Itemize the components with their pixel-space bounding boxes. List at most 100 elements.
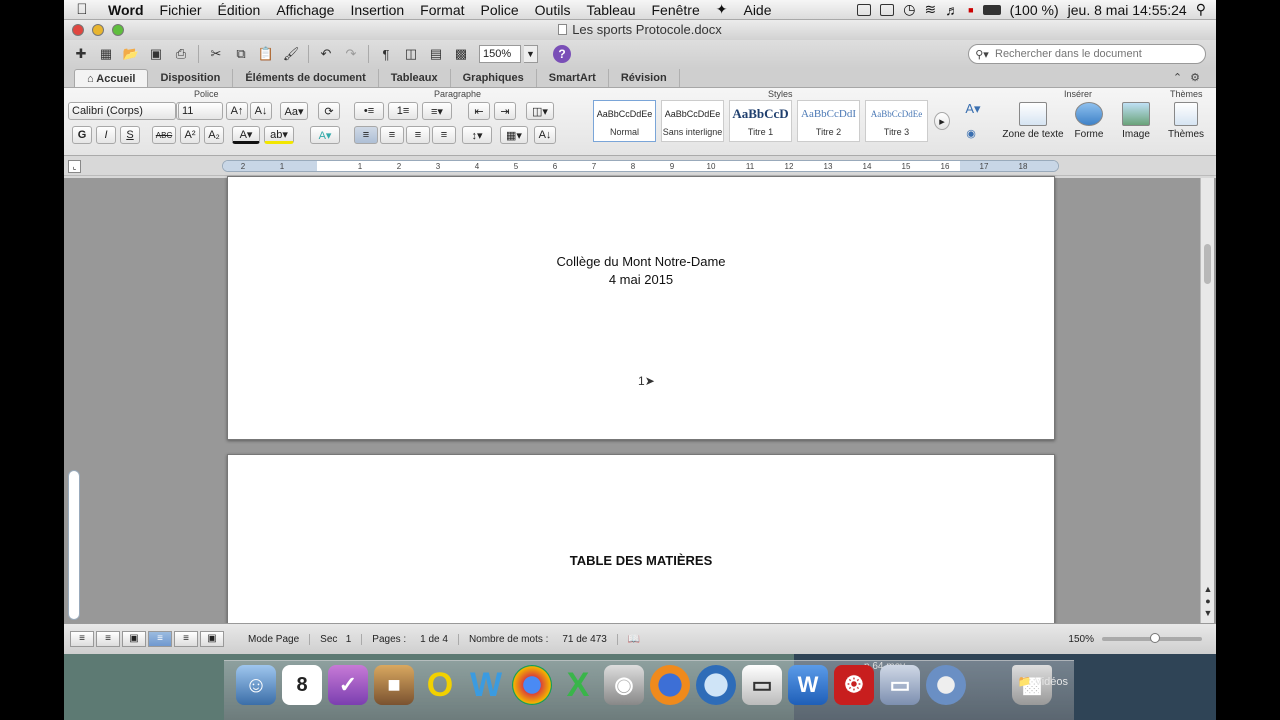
justify-icon[interactable]: ≡ xyxy=(432,126,456,144)
copy-icon[interactable]: ⧉ xyxy=(230,44,252,64)
tab-graphiques[interactable]: Graphiques xyxy=(451,69,537,87)
image-button[interactable]: Image xyxy=(1114,102,1158,140)
templates-icon[interactable]: ▦ xyxy=(95,44,117,64)
scrollbar-thumb[interactable] xyxy=(1204,244,1211,284)
next-page-icon[interactable]: ▼ xyxy=(1204,608,1213,618)
time-machine-icon[interactable]: ◷ xyxy=(903,1,915,18)
superscript-button[interactable]: A² xyxy=(180,126,200,144)
zoom-field[interactable]: 150% xyxy=(479,45,521,63)
underline-button[interactable]: S xyxy=(120,126,140,144)
apple-menu-icon[interactable]:  xyxy=(64,1,100,18)
print-layout-view-icon[interactable]: ≡ xyxy=(148,631,172,647)
show-formatting-icon[interactable]: ¶ xyxy=(375,44,397,64)
search-icon[interactable]: ⚲▾ xyxy=(969,48,995,61)
outline-view-icon[interactable]: ≡ xyxy=(96,631,120,647)
bullets-icon[interactable]: •≡ xyxy=(354,102,384,120)
ribbon-settings-icon[interactable]: ⚙ xyxy=(1190,72,1208,84)
menu-app[interactable]: Word xyxy=(100,2,152,18)
line-spacing-icon[interactable]: ↕▾ xyxy=(462,126,492,144)
menu-police[interactable]: Police xyxy=(473,2,527,18)
vertical-scrollbar[interactable]: ▲ ● ▼ xyxy=(1200,178,1214,623)
menu-fenetre[interactable]: Fenêtre xyxy=(644,2,708,18)
photos-icon[interactable]: ■ xyxy=(374,665,414,705)
reminders-icon[interactable]: ✓ xyxy=(328,665,368,705)
sidebar-icon[interactable]: ◫ xyxy=(400,44,422,64)
keyboard-flag-icon[interactable]: ■ xyxy=(968,5,973,15)
styles-next-icon[interactable]: ▸ xyxy=(934,112,950,130)
italic-button[interactable]: I xyxy=(96,126,116,144)
firefox-icon[interactable] xyxy=(650,665,690,705)
publishing-view-icon[interactable]: ▣ xyxy=(122,631,146,647)
collapse-ribbon-icon[interactable]: ⌃ xyxy=(1173,72,1190,84)
browse-object-icon[interactable]: ● xyxy=(1205,596,1210,606)
finder-icon[interactable]: ☺ xyxy=(236,665,276,705)
ruler-tab-selector-icon[interactable]: ⌞ xyxy=(68,160,81,173)
tab-elements-document[interactable]: Éléments de document xyxy=(233,69,379,87)
cut-icon[interactable]: ✂ xyxy=(205,44,227,64)
excel-icon[interactable]: X xyxy=(558,665,598,705)
menu-format[interactable]: Format xyxy=(412,2,472,18)
style-sans-interligne[interactable]: AaBbCcDdEe Sans interligne xyxy=(661,100,724,142)
menu-affichage[interactable]: Affichage xyxy=(268,2,342,18)
battery-icon[interactable] xyxy=(982,4,1001,15)
clock[interactable]: jeu. 8 mai 14:55:24 xyxy=(1068,2,1187,18)
save-icon[interactable]: ▣ xyxy=(145,44,167,64)
text-effects-icon[interactable]: A▾ xyxy=(310,126,340,144)
screenshot-stack-icon[interactable]: ▭ xyxy=(880,665,920,705)
style-normal[interactable]: AaBbCcDdEe Normal xyxy=(593,100,656,142)
sort-icon[interactable]: A↓ xyxy=(534,126,556,144)
open-icon[interactable]: 📂 xyxy=(120,44,142,64)
menu-fichier[interactable]: Fichier xyxy=(152,2,210,18)
change-styles-icon[interactable]: A▾ xyxy=(960,100,986,118)
toolbox-icon[interactable]: ▩ xyxy=(450,44,472,64)
tab-accueil[interactable]: ⌂ Accueil xyxy=(74,69,149,87)
word-doc-icon[interactable]: W xyxy=(788,665,828,705)
acrobat-icon[interactable]: ❂ xyxy=(834,665,874,705)
numbering-icon[interactable]: 1≡ xyxy=(388,102,418,120)
word-app-icon[interactable]: W xyxy=(466,665,506,705)
vertical-ruler[interactable] xyxy=(68,470,80,620)
menu-tableau[interactable]: Tableau xyxy=(578,2,643,18)
gallery-icon[interactable]: ▤ xyxy=(425,44,447,64)
wifi-icon[interactable]: ≋ xyxy=(924,1,936,18)
paste-icon[interactable]: 📋 xyxy=(255,44,277,64)
zoom-slider[interactable] xyxy=(1102,633,1202,643)
align-right-icon[interactable]: ≡ xyxy=(406,126,430,144)
align-left-icon[interactable]: ≡ xyxy=(354,126,378,144)
battery-menu-icon[interactable] xyxy=(857,3,872,16)
help-icon[interactable]: ? xyxy=(553,45,571,63)
menu-insertion[interactable]: Insertion xyxy=(342,2,412,18)
calendar-icon[interactable]: 8 xyxy=(282,665,322,705)
styles-pane-icon[interactable]: ◉ xyxy=(960,124,982,142)
horizontal-ruler[interactable]: 2 1 1 2 3 4 5 6 7 8 9 10 11 12 13 14 15 xyxy=(222,160,1059,172)
multilevel-list-icon[interactable]: ≡▾ xyxy=(422,102,452,120)
search-input[interactable] xyxy=(995,48,1205,60)
menu-outils[interactable]: Outils xyxy=(527,2,579,18)
themes-button[interactable]: Thèmes xyxy=(1164,102,1208,140)
clear-formatting-icon[interactable]: ⟳ xyxy=(318,102,340,120)
style-titre-1[interactable]: AaBbCcD Titre 1 xyxy=(729,100,792,142)
grow-font-icon[interactable]: A↑ xyxy=(226,102,248,120)
shape-button[interactable]: Forme xyxy=(1068,102,1110,140)
zoom-dropdown-icon[interactable]: ▼ xyxy=(524,45,538,63)
powerpoint-outlook-icon[interactable]: O xyxy=(420,665,460,705)
undo-icon[interactable]: ↶ xyxy=(315,44,337,64)
style-titre-3[interactable]: AaBbCcDdEe Titre 3 xyxy=(865,100,928,142)
change-case-icon[interactable]: Aa▾ xyxy=(280,102,308,120)
script-menu-icon[interactable]: ✦ xyxy=(708,1,736,18)
word-count[interactable]: Nombre de mots : 71 de 473 xyxy=(459,633,618,645)
increase-indent-icon[interactable]: ⇥ xyxy=(494,102,516,120)
notebook-view-icon[interactable]: ≡ xyxy=(174,631,198,647)
videos-folder[interactable]: 📁 Vidéos xyxy=(1018,675,1068,688)
page-1[interactable]: Collège du Mont Notre-Dame 4 mai 2015 1➤ xyxy=(227,176,1055,440)
borders-icon[interactable]: ▦▾ xyxy=(500,126,528,144)
align-center-icon[interactable]: ≡ xyxy=(380,126,404,144)
draft-view-icon[interactable]: ≡ xyxy=(70,631,94,647)
strikethrough-button[interactable]: ABC xyxy=(152,126,176,144)
tab-disposition[interactable]: Disposition xyxy=(148,69,234,87)
format-painter-icon[interactable]: 🖌 xyxy=(280,44,302,64)
tab-revision[interactable]: Révision xyxy=(609,69,680,87)
photo-booth-icon[interactable]: ◉ xyxy=(604,665,644,705)
decrease-indent-icon[interactable]: ⇤ xyxy=(468,102,490,120)
print-icon[interactable]: ⎙ xyxy=(170,44,192,64)
